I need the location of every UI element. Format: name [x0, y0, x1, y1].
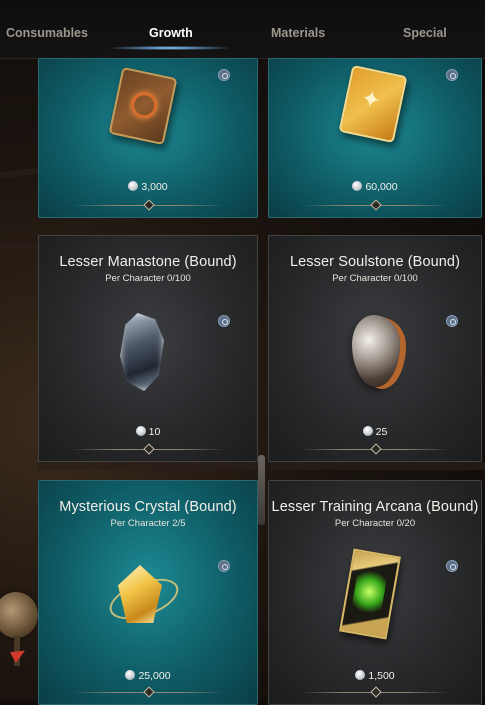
item-price: 1,500: [269, 670, 481, 682]
magnifier-icon[interactable]: [446, 69, 458, 81]
red-arrow-icon: [9, 645, 29, 663]
purchase-limit: Per Character 2/5: [110, 518, 186, 529]
purchase-limit: Per Character 0/20: [334, 518, 416, 529]
magnifier-icon[interactable]: [446, 560, 458, 572]
silver-coin-icon: [362, 426, 373, 436]
price-value: 60,000: [365, 181, 398, 193]
price-value: 25,000: [138, 670, 171, 682]
diamond-ornament-icon: [143, 443, 155, 455]
scrollbar-thumb[interactable]: [258, 455, 265, 525]
item-name: Lesser Soulstone (Bound): [289, 254, 461, 270]
tab-materials[interactable]: Materials: [271, 26, 325, 40]
item-price: 25,000: [39, 670, 257, 682]
price-value: 10: [148, 426, 161, 438]
diamond-ornament-icon: [370, 443, 382, 455]
silver-coin-icon: [355, 670, 366, 680]
price-value: 3,000: [141, 181, 168, 193]
silver-coin-icon: [135, 426, 146, 436]
diamond-ornament-icon: [370, 199, 382, 211]
item-price: 10: [39, 426, 257, 438]
tab-growth[interactable]: Growth: [149, 26, 193, 40]
background-beam: [0, 167, 41, 179]
price-value: 25: [375, 426, 388, 438]
diamond-ornament-icon: [370, 686, 382, 698]
item-name: Mysterious Crystal (Bound): [59, 499, 237, 515]
magnifier-icon[interactable]: [218, 315, 230, 327]
tab-special[interactable]: Special: [403, 26, 447, 40]
silver-coin-icon: [352, 181, 363, 191]
diamond-ornament-icon: [143, 686, 155, 698]
purchase-limit: Per Character 0/100: [332, 273, 418, 284]
diamond-ornament-icon: [143, 199, 155, 211]
globe-decoration: [0, 592, 38, 638]
item-name: Lesser Manastone (Bound): [59, 254, 237, 270]
item-name: Lesser Training Arcana (Bound): [271, 499, 479, 515]
active-tab-indicator: [110, 46, 230, 50]
background-beam: [270, 462, 485, 470]
price-value: 1,500: [368, 670, 395, 682]
magnifier-icon[interactable]: [218, 69, 230, 81]
magnifier-icon[interactable]: [218, 560, 230, 572]
background-beam: [38, 462, 258, 470]
background-beam: [0, 245, 38, 249]
silver-coin-icon: [128, 181, 139, 191]
item-price: 3,000: [39, 181, 257, 193]
magnifier-icon[interactable]: [446, 315, 458, 327]
item-price: 25: [269, 426, 481, 438]
tab-consumables[interactable]: Consumables: [6, 26, 88, 40]
purchase-limit: Per Character 0/100: [105, 273, 191, 284]
item-price: 60,000: [269, 181, 481, 193]
silver-coin-icon: [125, 670, 136, 680]
category-tabs: Consumables Growth Materials Special: [0, 0, 485, 59]
